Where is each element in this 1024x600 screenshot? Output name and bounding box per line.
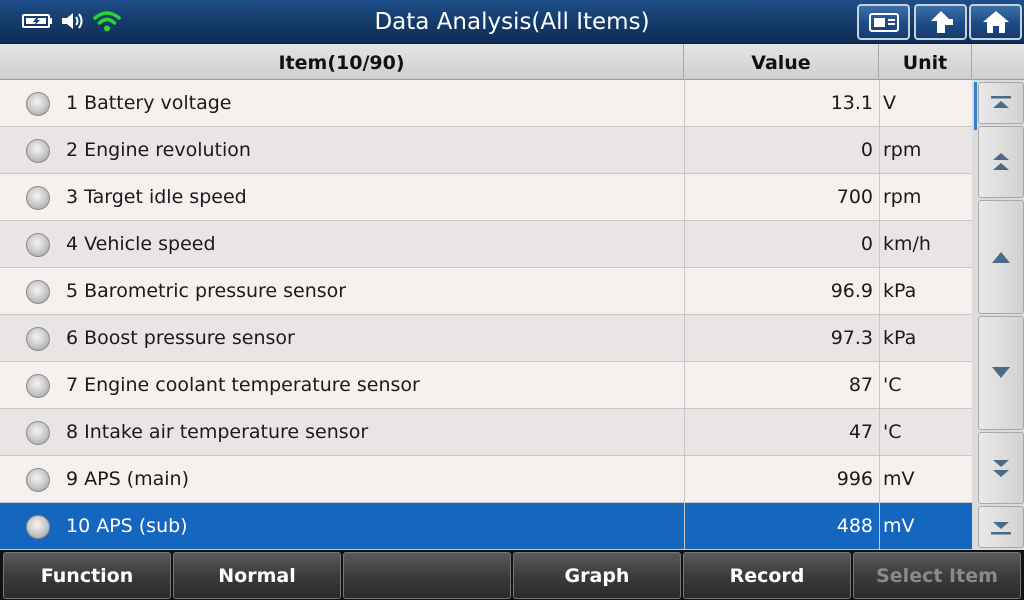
item-value: 0 [684, 127, 879, 174]
column-header-blank [972, 44, 1024, 80]
item-name: 7 Engine coolant temperature sensor [66, 374, 420, 396]
table-row[interactable]: 3 Target idle speed 700 rpm [0, 174, 972, 221]
table-row-selected[interactable]: 10 APS (sub) 488 mV [0, 503, 972, 550]
item-value: 47 [684, 409, 879, 456]
screenshot-button[interactable] [857, 4, 910, 40]
row-radio[interactable] [26, 280, 50, 304]
item-value: 87 [684, 362, 879, 409]
row-radio[interactable] [26, 421, 50, 445]
column-header-item: Item(10/90) [0, 44, 684, 80]
line-down-icon [989, 364, 1013, 382]
item-unit: kPa [879, 315, 972, 362]
function-button[interactable]: Function [3, 552, 171, 599]
page-down-button[interactable] [978, 432, 1024, 504]
item-value: 13.1 [684, 80, 879, 127]
item-value: 97.3 [684, 315, 879, 362]
item-unit: mV [879, 503, 972, 550]
item-unit: 'C [879, 409, 972, 456]
item-unit: V [879, 80, 972, 127]
graph-button[interactable]: Graph [513, 552, 681, 599]
row-radio[interactable] [26, 92, 50, 116]
row-radio[interactable] [26, 186, 50, 210]
page-down-icon [989, 455, 1013, 481]
item-unit: mV [879, 456, 972, 503]
row-radio[interactable] [26, 233, 50, 257]
row-radio[interactable] [26, 139, 50, 163]
column-header-value: Value [684, 44, 879, 80]
line-up-icon [989, 248, 1013, 266]
scroll-bottom-button[interactable] [978, 506, 1024, 548]
line-up-button[interactable] [978, 200, 1024, 314]
scroll-top-button[interactable] [978, 82, 1024, 124]
item-unit: kPa [879, 268, 972, 315]
line-down-button[interactable] [978, 316, 1024, 430]
row-radio[interactable] [26, 468, 50, 492]
title-bar: Data Analysis(All Items) [0, 0, 1024, 44]
item-unit: 'C [879, 362, 972, 409]
item-name: 2 Engine revolution [66, 139, 251, 161]
back-icon [926, 9, 956, 35]
item-name: 10 APS (sub) [66, 515, 188, 537]
home-icon [981, 9, 1011, 35]
table-row[interactable]: 1 Battery voltage 13.1 V [0, 80, 972, 127]
scroll-bottom-icon [989, 517, 1013, 537]
scroll-column [972, 80, 1024, 550]
item-name: 4 Vehicle speed [66, 233, 216, 255]
back-button[interactable] [914, 4, 967, 40]
item-value: 996 [684, 456, 879, 503]
item-name: 9 APS (main) [66, 468, 189, 490]
home-button[interactable] [969, 4, 1022, 40]
item-value: 96.9 [684, 268, 879, 315]
item-value: 700 [684, 174, 879, 221]
scroll-indicator[interactable] [974, 82, 977, 130]
item-unit: rpm [879, 174, 972, 221]
row-radio[interactable] [26, 374, 50, 398]
function-bar: Function Normal Graph Record Select Item [0, 550, 1024, 600]
normal-button[interactable]: Normal [173, 552, 341, 599]
item-value: 488 [684, 503, 879, 550]
item-unit: rpm [879, 127, 972, 174]
table-header: Item(10/90) Value Unit [0, 44, 1024, 80]
page-up-icon [989, 149, 1013, 175]
item-unit: km/h [879, 221, 972, 268]
table-row[interactable]: 2 Engine revolution 0 rpm [0, 127, 972, 174]
table-row[interactable]: 4 Vehicle speed 0 km/h [0, 221, 972, 268]
table-row[interactable]: 7 Engine coolant temperature sensor 87 '… [0, 362, 972, 409]
select-item-button[interactable]: Select Item [853, 552, 1021, 599]
table-row[interactable]: 5 Barometric pressure sensor 96.9 kPa [0, 268, 972, 315]
item-value: 0 [684, 221, 879, 268]
item-name: 6 Boost pressure sensor [66, 327, 295, 349]
row-radio[interactable] [26, 327, 50, 351]
item-name: 3 Target idle speed [66, 186, 247, 208]
item-name: 5 Barometric pressure sensor [66, 280, 347, 302]
table-row[interactable]: 6 Boost pressure sensor 97.3 kPa [0, 315, 972, 362]
data-table: 1 Battery voltage 13.1 V 2 Engine revolu… [0, 80, 972, 550]
item-name: 1 Battery voltage [66, 92, 232, 114]
table-row[interactable]: 9 APS (main) 996 mV [0, 456, 972, 503]
screenshot-icon [868, 11, 900, 33]
record-button[interactable]: Record [683, 552, 851, 599]
item-name: 8 Intake air temperature sensor [66, 421, 369, 443]
table-row[interactable]: 8 Intake air temperature sensor 47 'C [0, 409, 972, 456]
page-up-button[interactable] [978, 126, 1024, 198]
column-header-unit: Unit [879, 44, 972, 80]
scroll-top-icon [989, 93, 1013, 113]
row-radio[interactable] [26, 515, 50, 539]
empty-button[interactable] [343, 552, 511, 599]
